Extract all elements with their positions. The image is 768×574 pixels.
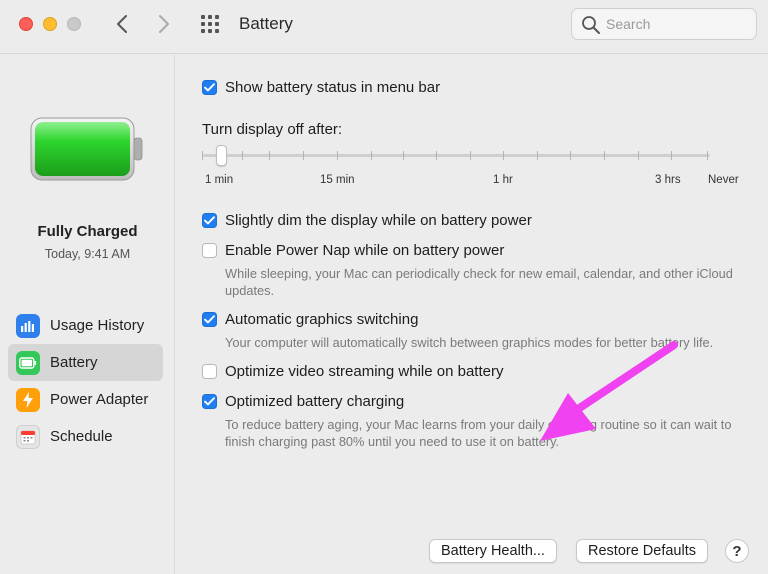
slider-tick [242,151,243,160]
checkmark-icon [204,216,215,225]
sidebar-item-schedule[interactable]: Schedule [8,418,163,455]
graphics-switching-checkbox[interactable] [202,312,217,327]
battery-large-icon [30,117,143,181]
graphics-switching-option[interactable]: Automatic graphics switching [202,311,418,328]
slider-tick [470,151,471,160]
slider-tick [202,151,203,160]
option-label: Optimize video streaming while on batter… [225,363,504,380]
sidebar-item-label: Power Adapter [50,391,149,408]
sidebar-nav: Usage History Battery Power Adapter Sche… [8,307,163,455]
bar-chart-icon [16,313,40,338]
option-label: Automatic graphics switching [225,311,419,328]
power-nap-checkbox[interactable] [202,243,217,258]
sidebar: Fully Charged Today, 9:41 AM Usage Histo… [0,55,175,574]
slider-tick-label: 1 min [205,174,234,186]
display-off-slider[interactable] [202,145,710,166]
slider-tick-label: 15 min [320,174,355,186]
search-field[interactable] [571,8,757,40]
optimized-charging-description: To reduce battery aging, your Mac learns… [225,417,732,449]
sidebar-item-label: Schedule [50,428,113,445]
slider-tick-label: 1 hr [493,174,513,186]
calendar-icon [16,424,40,449]
slider-thumb[interactable] [216,145,227,166]
power-nap-description: While sleeping, your Mac can periodicall… [225,266,733,298]
slider-tick [537,151,538,160]
optimized-charging-option[interactable]: Optimized battery charging [202,393,404,410]
slider-tick [436,151,437,160]
dim-display-option[interactable]: Slightly dim the display while on batter… [202,212,532,229]
slider-tick [671,151,672,160]
display-off-label: Turn display off after: [202,121,343,138]
checkmark-icon [204,83,215,92]
sidebar-item-label: Battery [50,354,98,371]
search-input[interactable] [606,14,746,34]
slider-tick [371,151,372,160]
show-all-grid-button[interactable] [200,14,222,36]
option-label: Optimized battery charging [225,393,405,410]
slider-tick [604,151,605,160]
video-streaming-option[interactable]: Optimize video streaming while on batter… [202,363,503,380]
checkmark-icon [204,315,215,324]
title-bar: Battery [0,0,768,54]
sidebar-item-battery[interactable]: Battery [8,344,163,381]
graphics-switching-description: Your computer will automatically switch … [225,335,714,350]
chevron-right-icon [159,15,169,33]
help-button[interactable]: ? [725,539,749,563]
slider-tick [303,151,304,160]
slider-tick [570,151,571,160]
slider-tick [337,151,338,160]
checkmark-icon [204,397,215,406]
slider-tick [269,151,270,160]
slider-tick-label: Never [708,174,739,186]
show-battery-status-checkbox[interactable] [202,80,217,95]
lightning-icon [16,387,40,412]
slider-tick [503,151,504,160]
optimized-charging-checkbox[interactable] [202,394,217,409]
option-label: Enable Power Nap while on battery power [225,242,505,259]
battery-icon [16,350,40,375]
forward-button[interactable] [152,12,176,36]
slider-tick [403,151,404,160]
battery-settings-panel: Show battery status in menu bar Turn dis… [176,55,768,574]
slider-tick [707,151,708,160]
sidebar-item-label: Usage History [50,317,145,334]
power-nap-option[interactable]: Enable Power Nap while on battery power [202,242,504,259]
back-button[interactable] [110,12,134,36]
slider-track [202,154,710,157]
search-icon [582,16,600,34]
battery-status-time: Today, 9:41 AM [44,247,131,261]
window-title: Battery [239,14,293,33]
option-label: Show battery status in menu bar [225,79,441,96]
dim-display-checkbox[interactable] [202,213,217,228]
battery-status-title: Fully Charged [37,223,138,240]
close-window-button[interactable] [19,17,33,31]
restore-defaults-button[interactable]: Restore Defaults [576,539,708,563]
option-label: Slightly dim the display while on batter… [225,212,532,229]
minimize-window-button[interactable] [43,17,57,31]
sidebar-item-power-adapter[interactable]: Power Adapter [8,381,163,418]
video-streaming-checkbox[interactable] [202,364,217,379]
zoom-window-button[interactable] [67,17,81,31]
sidebar-item-usage-history[interactable]: Usage History [8,307,163,344]
show-battery-status-option[interactable]: Show battery status in menu bar [202,79,440,96]
slider-tick [638,151,639,160]
slider-tick-label: 3 hrs [655,174,681,186]
battery-health-button[interactable]: Battery Health... [429,539,557,563]
chevron-left-icon [117,15,127,33]
